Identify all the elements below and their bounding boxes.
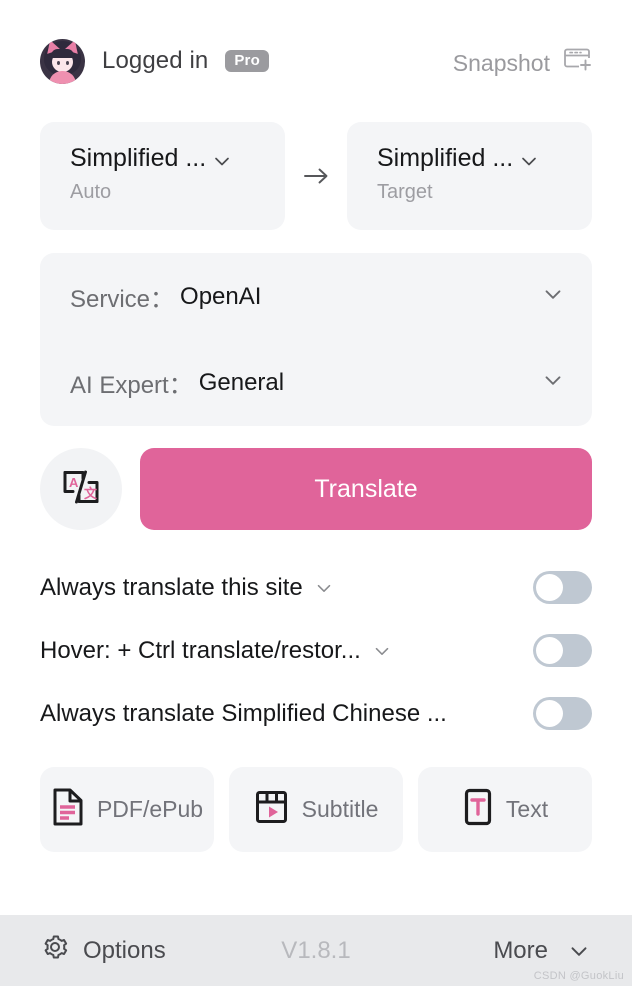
- hover-translate-toggle[interactable]: [533, 634, 592, 667]
- chevron-down-icon: [540, 281, 566, 312]
- gear-icon: [40, 932, 70, 969]
- chevron-down-icon: [210, 149, 234, 173]
- chevron-down-icon[interactable]: [371, 640, 393, 662]
- service-label: Service：: [70, 286, 175, 313]
- snapshot-label: Snapshot: [452, 49, 550, 76]
- ai-expert-label: AI Expert：: [70, 372, 193, 399]
- version-label: V1.8.1: [281, 936, 351, 964]
- plan-badge: Pro: [225, 50, 269, 72]
- snapshot-button[interactable]: Snapshot: [453, 41, 592, 81]
- login-status-label: Logged in: [102, 47, 209, 74]
- toggle-settings-list: Always translate this site Hover: + Ctrl…: [40, 556, 592, 745]
- avatar[interactable]: [40, 38, 85, 84]
- translate-action-row: A 文 Translate: [40, 448, 592, 530]
- video-subtitle-icon: [254, 788, 290, 831]
- svg-text:A: A: [69, 475, 79, 490]
- translate-icon: A 文: [58, 464, 104, 515]
- target-language-name: Simplified ...: [377, 144, 514, 172]
- ai-expert-value: General: [198, 368, 285, 396]
- toggle-knob: [536, 637, 563, 664]
- footer: Options V1.8.1 More CSDN @GuokLiu: [0, 915, 632, 986]
- always-translate-site-row[interactable]: Always translate this site: [40, 556, 592, 619]
- translator-popup: Logged in Pro Snapshot Simplified ... Au…: [0, 0, 632, 986]
- always-translate-language-row[interactable]: Always translate Simplified Chinese ...: [40, 682, 592, 745]
- avatar-eye-left: [57, 60, 60, 65]
- pdf-epub-label: PDF/ePub: [96, 796, 204, 822]
- svg-text:文: 文: [84, 486, 98, 501]
- source-language-name: Simplified ...: [70, 144, 207, 172]
- subtitle-button[interactable]: Subtitle: [229, 767, 403, 852]
- text-button[interactable]: Text: [418, 767, 592, 852]
- service-selector-row[interactable]: Service： OpenAI: [70, 254, 566, 340]
- source-language-card[interactable]: Simplified ... Auto: [40, 122, 285, 230]
- options-label: Options: [83, 936, 166, 964]
- watermark: CSDN @GuokLiu: [533, 970, 624, 982]
- more-button[interactable]: More: [493, 937, 592, 965]
- language-selector-row: Simplified ... Auto Simplified ... Targe…: [0, 122, 632, 230]
- target-language-card[interactable]: Simplified ... Target: [347, 122, 592, 230]
- hover-translate-row[interactable]: Hover: + Ctrl translate/restor...: [40, 619, 592, 682]
- text-label: Text: [505, 796, 549, 822]
- arrow-right-icon: [285, 164, 347, 188]
- translate-icon-button[interactable]: A 文: [40, 448, 122, 530]
- account-status[interactable]: Logged in Pro: [40, 38, 269, 84]
- text-icon: [462, 787, 494, 832]
- always-translate-site-toggle[interactable]: [533, 571, 592, 604]
- chevron-down-icon[interactable]: [313, 577, 335, 599]
- options-button[interactable]: Options: [40, 932, 166, 969]
- avatar-fringe: [51, 48, 74, 58]
- header: Logged in Pro Snapshot: [0, 0, 632, 122]
- always-translate-language-label: Always translate Simplified Chinese ...: [40, 699, 447, 727]
- always-translate-site-label: Always translate this site: [40, 573, 303, 601]
- snapshot-icon: [562, 45, 592, 81]
- subtitle-label: Subtitle: [301, 796, 379, 822]
- target-language-mode: Target: [377, 181, 433, 203]
- chevron-down-icon: [517, 149, 541, 173]
- service-value: OpenAI: [180, 282, 262, 310]
- chevron-down-icon: [566, 938, 592, 964]
- chevron-down-icon: [540, 367, 566, 398]
- pdf-epub-button[interactable]: PDF/ePub: [40, 767, 214, 852]
- feature-button-row: PDF/ePub Subtitle Text: [40, 767, 592, 852]
- service-settings-card: Service： OpenAI AI Expert： General: [40, 253, 592, 426]
- always-translate-language-toggle[interactable]: [533, 697, 592, 730]
- document-icon: [51, 787, 85, 832]
- hover-translate-label: Hover: + Ctrl translate/restor...: [40, 636, 361, 664]
- translate-button[interactable]: Translate: [140, 448, 592, 530]
- source-language-mode: Auto: [70, 181, 112, 203]
- ai-expert-selector-row[interactable]: AI Expert： General: [70, 340, 566, 426]
- avatar-eye-right: [66, 60, 69, 65]
- toggle-knob: [536, 574, 563, 601]
- more-label: More: [493, 936, 548, 964]
- toggle-knob: [536, 700, 563, 727]
